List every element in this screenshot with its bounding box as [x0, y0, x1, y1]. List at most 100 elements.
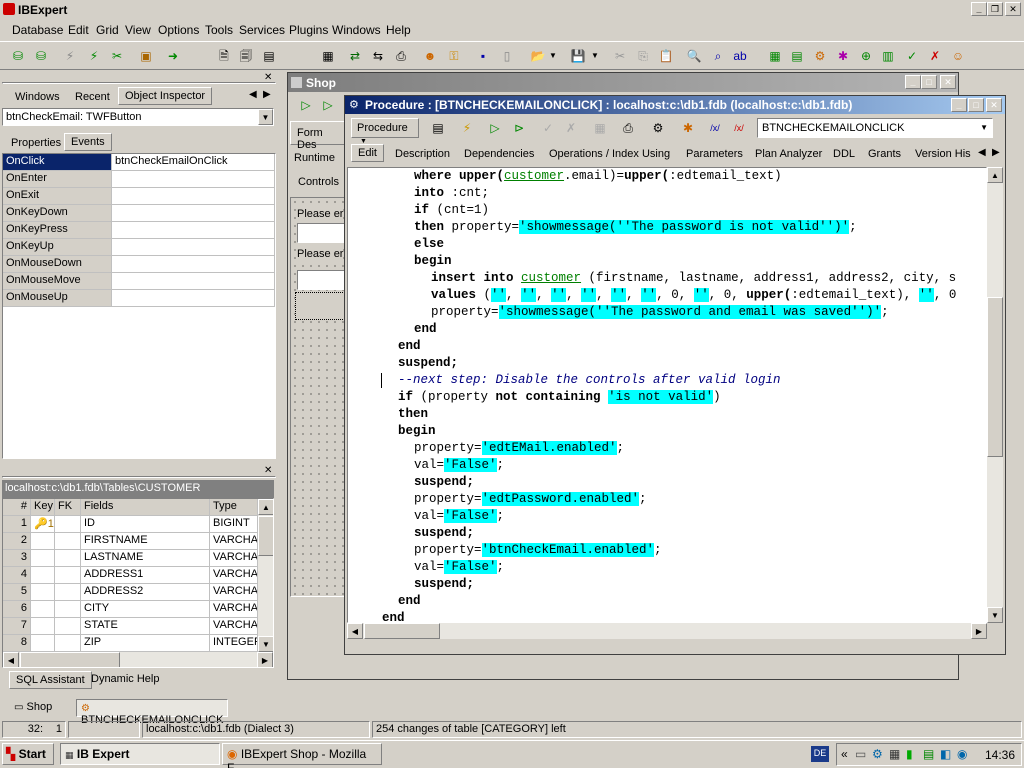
user-manager-icon[interactable]: ☻: [420, 46, 440, 66]
print-icon[interactable]: ⎙: [618, 118, 638, 138]
menu-tools[interactable]: Tools: [205, 23, 233, 37]
tab-edit[interactable]: Edit: [351, 144, 384, 162]
tab-scroll-right-icon[interactable]: ▶: [263, 89, 271, 100]
form-design-canvas[interactable]: Please er Please er: [290, 197, 347, 597]
event-value[interactable]: [112, 239, 275, 256]
settings-icon[interactable]: ⚙: [648, 118, 668, 138]
form-input[interactable]: [297, 223, 347, 243]
script-icon[interactable]: ▦: [318, 46, 338, 66]
new-procedure-icon[interactable]: ⚙: [810, 46, 830, 66]
run-step-icon[interactable]: ▷: [318, 95, 338, 115]
stop-icon[interactable]: ▯: [497, 46, 517, 66]
tab-object-inspector[interactable]: Object Inspector: [118, 87, 213, 105]
event-name[interactable]: OnKeyPress: [3, 222, 112, 239]
reconnect-db-icon[interactable]: ✂: [107, 46, 127, 66]
col-header-fields[interactable]: Fields: [81, 499, 210, 516]
maximize-button[interactable]: □: [921, 75, 937, 89]
grid-icon[interactable]: ▦: [590, 118, 610, 138]
tray-icon[interactable]: ▮: [906, 747, 913, 761]
tray-icon[interactable]: ◉: [957, 747, 967, 761]
paste-icon[interactable]: 📋: [656, 46, 676, 66]
tab-windows[interactable]: Windows: [9, 89, 66, 107]
compile-icon[interactable]: ⚡: [457, 118, 477, 138]
side-form-designer[interactable]: Form Des: [290, 121, 346, 151]
scroll-down-icon[interactable]: ▼: [258, 636, 273, 652]
row-field[interactable]: ZIP: [81, 635, 210, 652]
new-domain-icon[interactable]: ▥: [878, 46, 898, 66]
tab-events[interactable]: Events: [64, 133, 112, 151]
event-value[interactable]: [112, 222, 275, 239]
replace-icon[interactable]: ab: [730, 46, 750, 66]
row-field[interactable]: LASTNAME: [81, 550, 210, 567]
new-exception-icon[interactable]: ✗: [925, 46, 945, 66]
editor-hscrollbar[interactable]: ◀ ▶: [347, 623, 987, 639]
scroll-thumb[interactable]: [20, 652, 120, 667]
export-icon[interactable]: ➜: [163, 46, 183, 66]
tab-sql-assistant[interactable]: SQL Assistant: [9, 671, 92, 689]
menu-database[interactable]: Database: [12, 23, 63, 37]
row-type[interactable]: VARCHAR: [210, 618, 258, 635]
taskbar-item-ibexpert[interactable]: ▦ IB Expert: [60, 743, 220, 765]
col-header-key[interactable]: Key: [31, 499, 55, 516]
find-icon[interactable]: 🔍: [684, 46, 704, 66]
scroll-down-icon[interactable]: ▼: [987, 607, 1003, 623]
event-name[interactable]: OnKeyUp: [3, 239, 112, 256]
new-udf-icon[interactable]: ✓: [902, 46, 922, 66]
menu-options[interactable]: Options: [158, 23, 199, 37]
event-name[interactable]: OnExit: [3, 188, 112, 205]
tab-dynamic-help[interactable]: Dynamic Help: [85, 671, 165, 689]
procedure-dropdown[interactable]: Procedure ▼: [351, 118, 419, 145]
event-value-onclick[interactable]: btnCheckEmailOnClick: [112, 154, 275, 171]
dropdown-arrow-icon[interactable]: ▼: [548, 46, 558, 66]
new-role-icon[interactable]: ☺: [948, 46, 968, 66]
transfer-icon[interactable]: ⇆: [368, 46, 388, 66]
scroll-left-icon[interactable]: ◀: [347, 623, 363, 639]
event-name[interactable]: OnKeyDown: [3, 205, 112, 222]
dropdown-arrow-icon[interactable]: ▼: [590, 46, 600, 66]
object-selector[interactable]: btnCheckEmail: TWFButton ▼: [2, 108, 274, 126]
connect-db-icon[interactable]: ⚡: [60, 46, 80, 66]
scroll-up-icon[interactable]: ▲: [258, 499, 273, 515]
row-type[interactable]: VARCHAR: [210, 533, 258, 550]
run-icon[interactable]: ▷: [296, 95, 316, 115]
tab-parameters[interactable]: Parameters: [680, 146, 749, 164]
tab-scroll-right-icon[interactable]: ▶: [992, 147, 1000, 158]
close-button[interactable]: ✕: [940, 75, 956, 89]
col-header-type[interactable]: Type: [210, 499, 258, 516]
sql-editor-icon[interactable]: ▤: [259, 46, 279, 66]
new-view-icon[interactable]: ▤: [787, 46, 807, 66]
menu-plugins[interactable]: Plugins: [289, 23, 328, 37]
copy-icon[interactable]: ⎘: [633, 46, 653, 66]
side-runtime[interactable]: Runtime: [290, 147, 346, 171]
maximize-button[interactable]: □: [968, 98, 984, 112]
procedure-name-select[interactable]: BTNCHECKEMAILONCLICK ▼: [757, 118, 993, 138]
chevron-down-icon[interactable]: ▼: [258, 109, 273, 125]
tray-expand-icon[interactable]: «: [841, 747, 848, 761]
col-header-fk[interactable]: FK: [55, 499, 81, 516]
cut-icon[interactable]: ✂: [610, 46, 630, 66]
menu-services[interactable]: Services: [239, 23, 285, 37]
close-button[interactable]: ✕: [986, 98, 1002, 112]
form-input[interactable]: [297, 270, 347, 290]
event-value[interactable]: [112, 256, 275, 273]
tab-grants[interactable]: Grants: [862, 146, 907, 164]
code-editor[interactable]: where upper(customer.email)=upper(:edtem…: [347, 167, 987, 623]
scroll-thumb[interactable]: [258, 516, 273, 556]
start-button[interactable]: ▚ Start: [2, 743, 54, 765]
event-name-onclick[interactable]: OnClick: [3, 154, 112, 171]
tab-plan-analyzer[interactable]: Plan Analyzer: [749, 146, 828, 164]
selected-button-control[interactable]: [295, 292, 347, 320]
event-value[interactable]: [112, 188, 275, 205]
menu-windows[interactable]: Windows: [332, 23, 381, 37]
event-name[interactable]: OnEnter: [3, 171, 112, 188]
event-value[interactable]: [112, 171, 275, 188]
row-type[interactable]: VARCHAR: [210, 550, 258, 567]
row-field[interactable]: CITY: [81, 601, 210, 618]
row-type[interactable]: BIGINT: [210, 516, 258, 533]
open-folder-icon[interactable]: 📂: [528, 46, 548, 66]
restore-button[interactable]: ❐: [987, 2, 1003, 16]
tab-dependencies[interactable]: Dependencies: [458, 146, 540, 164]
menu-view[interactable]: View: [125, 23, 151, 37]
row-field[interactable]: ID: [81, 516, 210, 533]
uncomment-icon[interactable]: /x/: [729, 118, 749, 138]
